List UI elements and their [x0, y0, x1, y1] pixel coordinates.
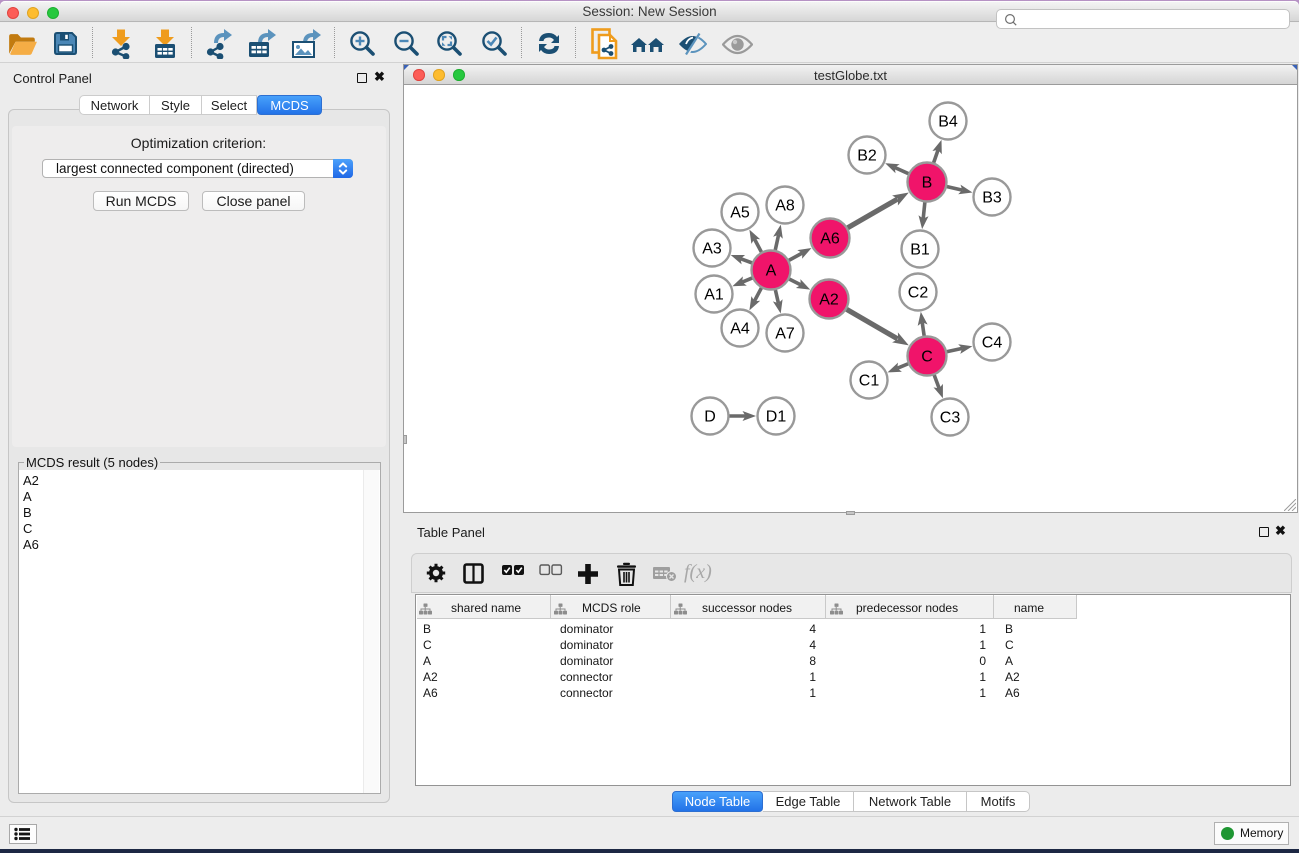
- svg-text:B2: B2: [857, 148, 877, 165]
- svg-text:A1: A1: [704, 287, 724, 304]
- svg-text:D1: D1: [766, 409, 787, 426]
- svg-text:C4: C4: [982, 335, 1003, 352]
- svg-text:D: D: [704, 409, 716, 426]
- svg-text:C: C: [921, 349, 933, 366]
- svg-text:B1: B1: [910, 242, 930, 259]
- svg-text:A8: A8: [775, 198, 795, 215]
- svg-text:B: B: [922, 175, 933, 192]
- svg-text:C3: C3: [940, 410, 961, 427]
- svg-text:A: A: [766, 263, 777, 280]
- svg-text:A4: A4: [730, 321, 750, 338]
- svg-text:A6: A6: [820, 231, 840, 248]
- svg-text:B3: B3: [982, 190, 1002, 207]
- svg-text:A3: A3: [702, 241, 722, 258]
- svg-text:B4: B4: [938, 114, 958, 131]
- svg-text:A2: A2: [819, 292, 839, 309]
- svg-text:A7: A7: [775, 326, 795, 343]
- svg-text:C2: C2: [908, 285, 929, 302]
- svg-text:A5: A5: [730, 205, 750, 222]
- svg-text:C1: C1: [859, 373, 880, 390]
